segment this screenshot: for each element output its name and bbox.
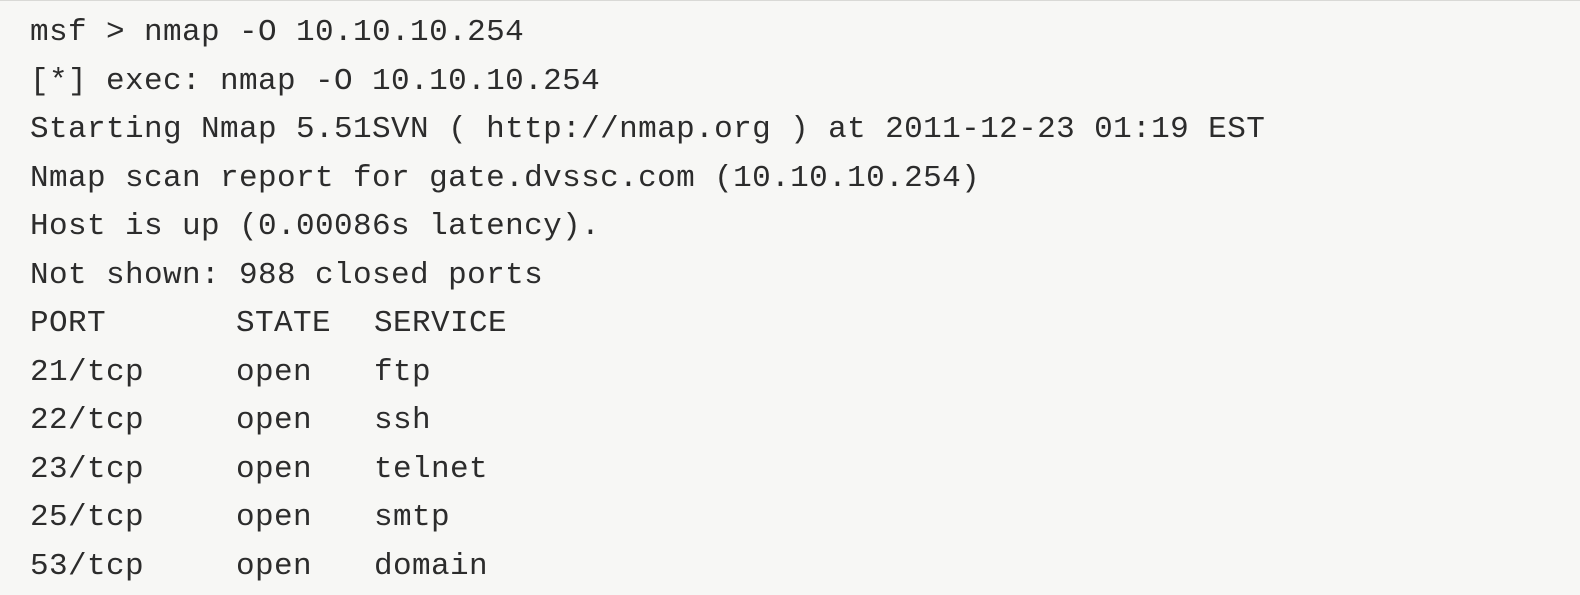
service-cell: ftp (374, 353, 431, 402)
nmap-start-line: Starting Nmap 5.51SVN ( http://nmap.org … (30, 110, 1580, 159)
port-cell: 23/tcp (30, 450, 236, 499)
port-cell: 21/tcp (30, 353, 236, 402)
state-header: STATE (236, 304, 374, 353)
state-cell: open (236, 498, 374, 547)
service-cell: smtp (374, 498, 450, 547)
not-shown-line: Not shown: 988 closed ports (30, 256, 1580, 305)
table-row: 22/tcp open ssh (30, 401, 1580, 450)
port-table-header: PORT STATE SERVICE (30, 304, 1580, 353)
table-row: 21/tcp open ftp (30, 353, 1580, 402)
port-cell: 25/tcp (30, 498, 236, 547)
scan-report-line: Nmap scan report for gate.dvssc.com (10.… (30, 159, 1580, 208)
service-header: SERVICE (374, 304, 507, 353)
command-prompt-line: msf > nmap -O 10.10.10.254 (30, 13, 1580, 62)
state-cell: open (236, 450, 374, 499)
service-cell: ssh (374, 401, 431, 450)
table-row: 23/tcp open telnet (30, 450, 1580, 499)
table-row: 25/tcp open smtp (30, 498, 1580, 547)
port-cell: 22/tcp (30, 401, 236, 450)
table-row: 53/tcp open domain (30, 547, 1580, 595)
state-cell: open (236, 353, 374, 402)
service-cell: telnet (374, 450, 488, 499)
service-cell: domain (374, 547, 488, 595)
terminal-window[interactable]: msf > nmap -O 10.10.10.254 [*] exec: nma… (0, 0, 1580, 586)
state-cell: open (236, 547, 374, 595)
port-cell: 53/tcp (30, 547, 236, 595)
exec-line: [*] exec: nmap -O 10.10.10.254 (30, 62, 1580, 111)
state-cell: open (236, 401, 374, 450)
host-status-line: Host is up (0.00086s latency). (30, 207, 1580, 256)
port-header: PORT (30, 304, 236, 353)
